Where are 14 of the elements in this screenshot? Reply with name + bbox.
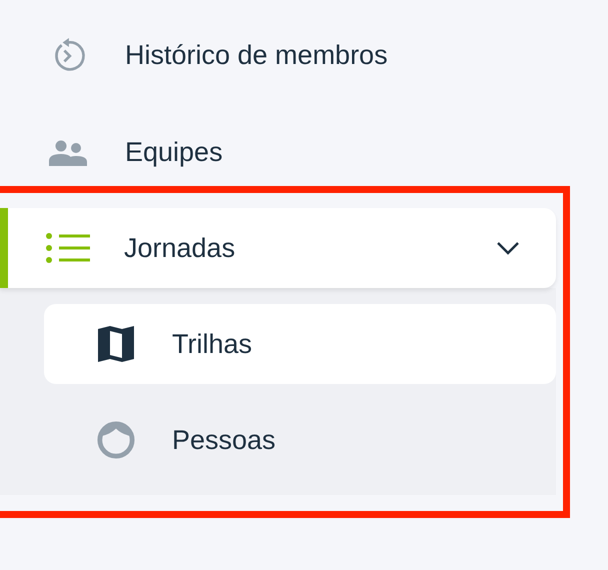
face-icon [97,421,135,459]
submenu-item[interactable]: Trilhas [44,304,556,384]
menu-label: Equipes [125,137,223,168]
submenu-item[interactable]: Pessoas [44,400,556,480]
menu-label: Jornadas [124,232,236,264]
menu-label: Trilhas [172,328,252,360]
menu-label: Histórico de membros [125,40,388,71]
menu-item[interactable]: Histórico de membros [0,7,608,104]
menu-item[interactable]: Equipes [0,104,608,201]
map-icon [97,325,135,363]
menu-label: Pessoas [172,424,276,456]
list-icon [46,233,90,263]
menu-item[interactable]: Jornadas [0,208,556,288]
chevron-icon [496,241,520,255]
